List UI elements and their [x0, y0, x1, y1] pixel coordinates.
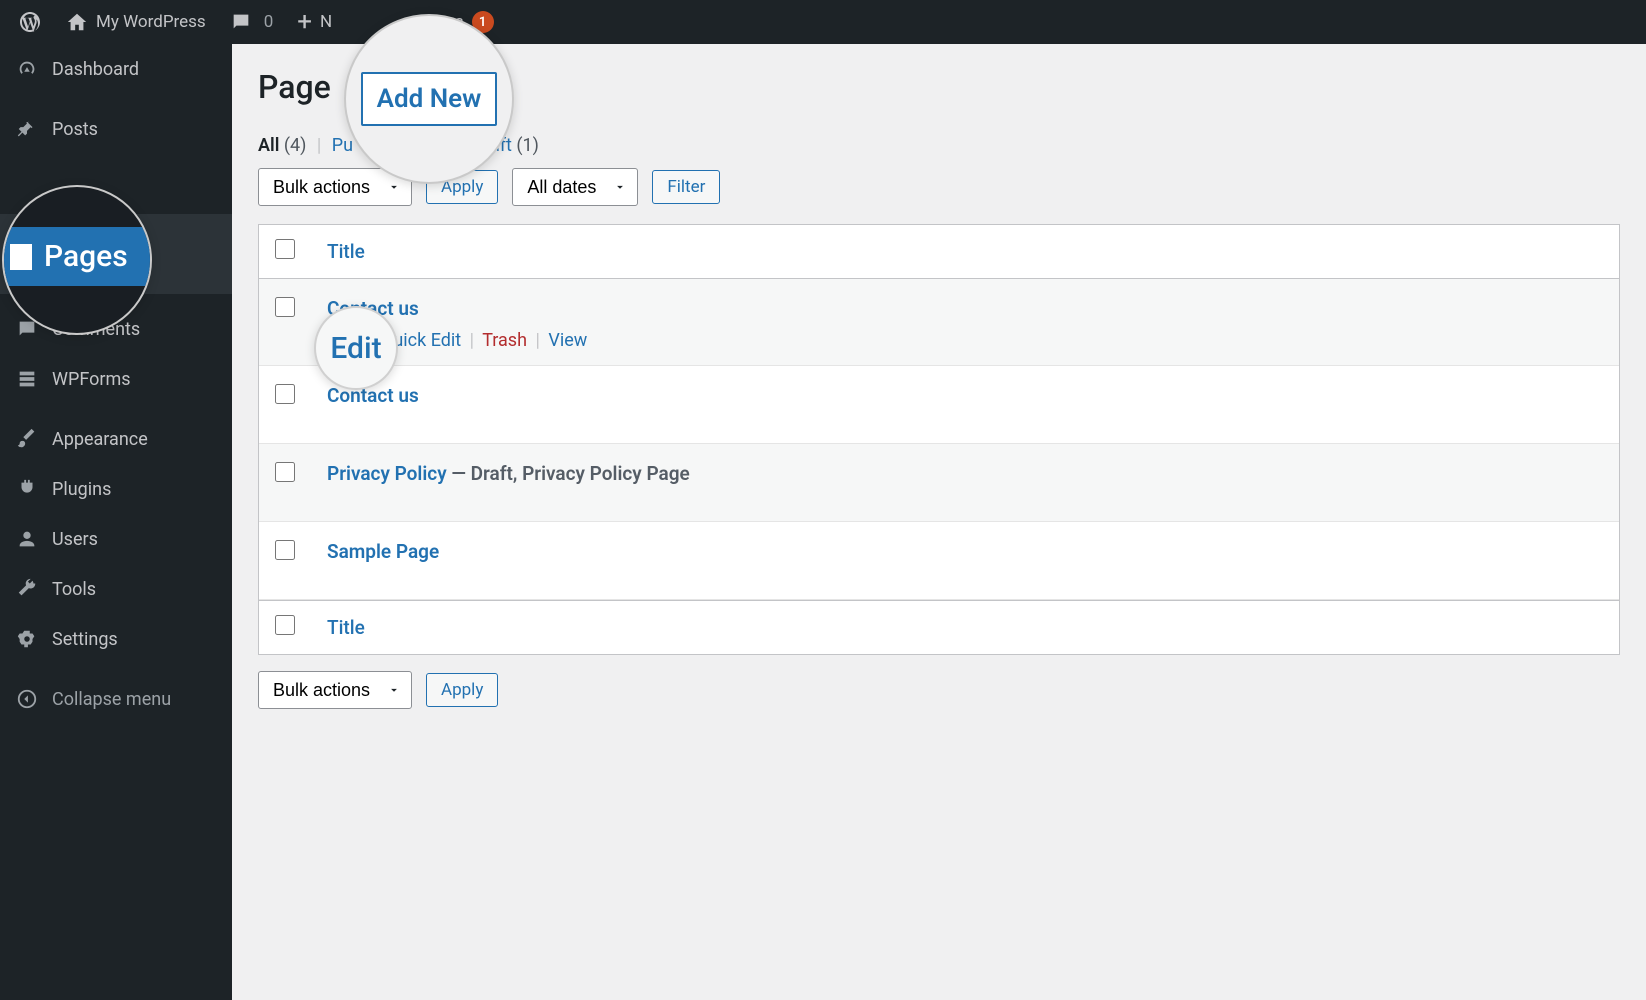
settings-icon [16, 628, 38, 650]
sidebar-item-settings[interactable]: Settings [0, 614, 232, 664]
adminbar-comments[interactable]: 0 [218, 0, 286, 44]
main-content: Page Add New All (4) | Pu | Draft (1) Bu… [232, 44, 1646, 1000]
row-title-link[interactable]: Contact us [327, 297, 419, 320]
table-row: Sample Page [259, 522, 1619, 600]
bulk-actions-select[interactable]: Bulk actions [258, 168, 412, 206]
plugins-label: Plugins [52, 479, 111, 500]
table-row: Privacy Policy — Draft, Privacy Policy P… [259, 444, 1619, 522]
tablenav-bottom: Bulk actions Apply [258, 671, 1620, 709]
pin-icon [16, 118, 38, 140]
plus-icon: + [297, 9, 312, 35]
row-checkbox[interactable] [275, 462, 295, 482]
site-name-item[interactable]: My WordPress [54, 0, 218, 44]
page-heading: Page [258, 68, 331, 106]
adminbar-forms[interactable]: rms 1 [344, 0, 505, 44]
title-column-header: Title [311, 225, 1619, 279]
table-row: Contact us Quick Edit | Trash | View [259, 279, 1619, 366]
check-all-bottom[interactable] [275, 615, 295, 635]
action-view[interactable]: View [548, 330, 587, 351]
apply-button-bottom[interactable]: Apply [426, 673, 498, 707]
tablenav-top: Bulk actions Apply All dates Filter [258, 168, 1620, 206]
sub-item-all-pages[interactable]: A [0, 214, 232, 254]
sidebar-item-comments[interactable]: Comments [0, 304, 232, 354]
brush-icon [16, 428, 38, 450]
status-filters: All (4) | Pu | Draft (1) [258, 135, 1620, 156]
row-actions: Quick Edit | Trash | View [327, 330, 1603, 351]
forms-label-suffix: rms [434, 12, 463, 32]
wp-logo[interactable] [6, 0, 54, 44]
dashboard-icon [16, 58, 38, 80]
row-title-link[interactable]: Privacy Policy [327, 462, 447, 485]
comments-label: Comments [52, 319, 140, 340]
check-all-header [259, 225, 311, 279]
plugin-icon [16, 478, 38, 500]
comment-count: 0 [264, 12, 274, 32]
admin-bar: My WordPress 0 + N rms 1 [0, 0, 1646, 44]
site-name-label: My WordPress [96, 12, 206, 32]
row-checkbox[interactable] [275, 540, 295, 560]
title-sort-link-footer[interactable]: Title [327, 616, 365, 639]
user-icon [16, 528, 38, 550]
row-checkbox[interactable] [275, 297, 295, 317]
filter-published[interactable]: Pu [332, 135, 353, 156]
sidebar-item-posts[interactable]: Posts [0, 104, 232, 154]
collapse-label: Collapse menu [52, 689, 171, 710]
filter-draft[interactable]: Draft (1) [472, 135, 539, 156]
adminbar-new[interactable]: + N [285, 0, 344, 44]
sidebar-item-appearance[interactable]: Appearance [0, 414, 232, 464]
title-sort-link[interactable]: Title [327, 240, 365, 263]
row-title-link[interactable]: Sample Page [327, 540, 439, 563]
date-filter-select[interactable]: All dates [512, 168, 638, 206]
wpforms-label: WPForms [52, 369, 131, 390]
pages-table: Title Contact us Quick Edit | Trash | Vi [258, 224, 1620, 655]
comment-icon [230, 11, 252, 33]
posts-label: Posts [52, 119, 98, 140]
wordpress-icon [18, 10, 42, 34]
collapse-icon [16, 688, 38, 710]
filter-all[interactable]: All (4) [258, 135, 311, 156]
row-title-link[interactable]: Contact us [327, 384, 419, 407]
wrench-icon [16, 578, 38, 600]
apply-button-top[interactable]: Apply [426, 170, 498, 204]
sub-item-add-new[interactable]: Add New [0, 254, 232, 294]
sidebar-item-tools[interactable]: Tools [0, 564, 232, 614]
appearance-label: Appearance [52, 429, 148, 450]
table-row: Contact us [259, 366, 1619, 444]
collapse-menu[interactable]: Collapse menu [0, 674, 232, 724]
home-icon [66, 11, 88, 33]
comment-icon [16, 318, 38, 340]
form-icon [16, 368, 38, 390]
main-layout: Dashboard Posts Pages A Add New Comments… [0, 44, 1646, 1000]
row-checkbox[interactable] [275, 384, 295, 404]
sidebar-item-wpforms[interactable]: WPForms [0, 354, 232, 404]
filter-button[interactable]: Filter [652, 170, 720, 204]
bulk-actions-select-bottom[interactable]: Bulk actions [258, 671, 412, 709]
dashboard-label: Dashboard [52, 59, 139, 80]
sidebar-item-users[interactable]: Users [0, 514, 232, 564]
new-label-prefix: N [320, 12, 332, 32]
tools-label: Tools [52, 579, 96, 600]
sidebar-item-dashboard[interactable]: Dashboard [0, 44, 232, 94]
admin-sidebar: Dashboard Posts Pages A Add New Comments… [0, 44, 232, 1000]
notification-badge: 1 [472, 11, 494, 33]
pages-submenu: A Add New [0, 214, 232, 294]
action-quick-edit[interactable]: Quick Edit [381, 330, 461, 351]
post-state: — Draft, Privacy Policy Page [447, 462, 690, 485]
settings-label: Settings [52, 629, 118, 650]
action-trash[interactable]: Trash [482, 330, 527, 351]
sidebar-item-plugins[interactable]: Plugins [0, 464, 232, 514]
users-label: Users [52, 529, 98, 550]
check-all-top[interactable] [275, 239, 295, 259]
